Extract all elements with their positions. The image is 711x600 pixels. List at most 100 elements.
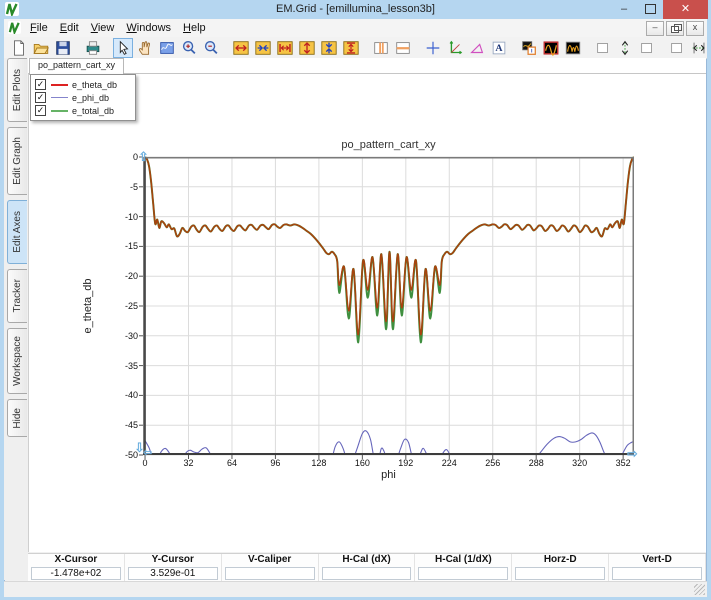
menu-item-file[interactable]: File <box>24 19 54 37</box>
title-bar[interactable]: EM.Grid - [emillumina_lesson3b] – ✕ <box>0 0 711 19</box>
status-value <box>322 567 412 580</box>
resize-grip[interactable] <box>694 584 705 595</box>
window-title: EM.Grid - [emillumina_lesson3b] <box>0 3 711 15</box>
x-tick-label: 320 <box>564 458 596 468</box>
sidebar-tab-edit-plots[interactable]: Edit Plots <box>7 58 27 122</box>
expand-y-icon[interactable] <box>297 38 317 58</box>
cursor-handle-top-left[interactable]: ⇧ <box>138 149 149 165</box>
fit-x-icon[interactable] <box>275 38 295 58</box>
legend-label: e_phi_db <box>72 93 109 103</box>
crosshair-icon[interactable] <box>423 38 443 58</box>
cursor-handle-bottom-right[interactable]: ⇨ <box>627 446 638 462</box>
y-tick-label: -30 <box>102 331 138 341</box>
toolbar: A Layout <box>4 37 707 59</box>
window-close-button[interactable]: ✕ <box>663 0 708 19</box>
status-column-x-cursor: X-Cursor-1.478e+02 <box>28 554 125 581</box>
y-tick-label: -40 <box>102 390 138 400</box>
chart-plot-area[interactable] <box>143 157 634 455</box>
window-maximize-button[interactable] <box>637 0 663 19</box>
menu-item-edit[interactable]: Edit <box>54 19 85 37</box>
legend-checkbox-e_theta_db[interactable] <box>35 79 46 90</box>
cursor-handle-left-arrow[interactable]: ⇦ <box>143 446 152 459</box>
sidebar-tab-label: Edit Graph <box>12 133 23 189</box>
shrink-x-icon[interactable] <box>253 38 273 58</box>
split-horizontal-icon[interactable] <box>393 38 413 58</box>
x-tick-label: 224 <box>433 458 465 468</box>
legend-checkbox-e_phi_db[interactable] <box>35 92 46 103</box>
expand-x-icon[interactable] <box>231 38 251 58</box>
legend-label: e_theta_db <box>72 80 117 90</box>
chart-title: po_pattern_cart_xy <box>143 139 634 151</box>
status-header: H-Cal (1/dX) <box>415 554 511 566</box>
angle-icon[interactable] <box>467 38 487 58</box>
menu-items: FileEditViewWindowsHelp <box>24 19 212 37</box>
sidebar-tab-label: Edit Plots <box>12 65 23 115</box>
status-column-h-cal-dx-: H-Cal (dX) <box>319 554 416 581</box>
status-header: H-Cal (dX) <box>319 554 415 566</box>
x-tick-label: 128 <box>303 458 335 468</box>
sidebar-tab-edit-axes[interactable]: Edit Axes <box>7 200 27 264</box>
y-tick-label: -45 <box>102 420 138 430</box>
application-window: EM.Grid - [emillumina_lesson3b] – ✕ File… <box>0 0 711 600</box>
child-window-controls <box>646 21 704 36</box>
series-e_total_db <box>145 157 634 342</box>
save-icon[interactable] <box>53 38 73 58</box>
status-value <box>418 567 508 580</box>
menu-item-view[interactable]: View <box>85 19 121 37</box>
child-restore-button[interactable] <box>666 21 684 36</box>
status-value <box>612 567 702 580</box>
document-tab[interactable]: po_pattern_cart_xy <box>29 58 124 75</box>
document-logo-icon <box>8 21 21 34</box>
zoom-out-icon[interactable] <box>201 38 221 58</box>
legend-line-sample <box>51 110 68 112</box>
status-column-vert-d: Vert-D <box>609 554 706 581</box>
toolbar-icon-group: A <box>8 38 711 58</box>
status-header: Vert-D <box>609 554 705 566</box>
sidebar-tab-label: Workspace <box>12 332 23 390</box>
new-file-icon[interactable] <box>9 38 29 58</box>
status-header: Horz-D <box>512 554 608 566</box>
status-column-y-cursor: Y-Cursor3.529e-01 <box>125 554 222 581</box>
h-align-box-left-icon[interactable] <box>667 38 687 58</box>
menu-item-help[interactable]: Help <box>177 19 212 37</box>
shrink-y-icon[interactable] <box>319 38 339 58</box>
x-tick-label: 256 <box>477 458 509 468</box>
x-tick-label: 32 <box>173 458 205 468</box>
status-column-horz-d: Horz-D <box>512 554 609 581</box>
legend-checkbox-e_total_db[interactable] <box>35 105 46 116</box>
print-icon[interactable] <box>83 38 103 58</box>
y-tick-label: -10 <box>102 212 138 222</box>
open-file-icon[interactable] <box>31 38 51 58</box>
pan-tool-icon[interactable] <box>135 38 155 58</box>
v-align-box-right-icon[interactable] <box>637 38 657 58</box>
status-value: 3.529e-01 <box>128 567 218 580</box>
window-minimize-button[interactable]: – <box>611 0 637 19</box>
series-e_theta_db <box>145 157 634 335</box>
menu-bar: FileEditViewWindowsHelp <box>4 19 707 38</box>
sidebar-tab-tracker[interactable]: Tracker <box>7 269 27 323</box>
menu-item-windows[interactable]: Windows <box>120 19 177 37</box>
plot-style-icon[interactable] <box>563 38 583 58</box>
status-column-h-cal-1-dx-: H-Cal (1/dX) <box>415 554 512 581</box>
v-align-box-left-icon[interactable] <box>593 38 613 58</box>
x-tick-label: 160 <box>346 458 378 468</box>
copy-plot-icon[interactable] <box>519 38 539 58</box>
text-icon[interactable]: A <box>489 38 509 58</box>
sidebar-tab-edit-graph[interactable]: Edit Graph <box>7 127 27 195</box>
fit-y-icon[interactable] <box>341 38 361 58</box>
child-minimize-button[interactable] <box>646 21 664 36</box>
split-vertical-icon[interactable] <box>371 38 391 58</box>
sidebar-tab-hide[interactable]: Hide <box>7 399 27 437</box>
legend-row-e_theta_db: e_theta_db <box>35 78 131 91</box>
plot-style-active-icon[interactable] <box>541 38 561 58</box>
child-close-button[interactable] <box>686 21 704 36</box>
v-arrows-icon[interactable] <box>615 38 635 58</box>
axes-icon[interactable] <box>445 38 465 58</box>
sidebar-tab-workspace[interactable]: Workspace <box>7 328 27 394</box>
y-tick-label: -35 <box>102 361 138 371</box>
pointer-tool-icon[interactable] <box>113 38 133 58</box>
zoom-box-tool-icon[interactable] <box>157 38 177 58</box>
h-arrows-icon[interactable] <box>689 38 709 58</box>
zoom-in-icon[interactable] <box>179 38 199 58</box>
status-value <box>225 567 315 580</box>
